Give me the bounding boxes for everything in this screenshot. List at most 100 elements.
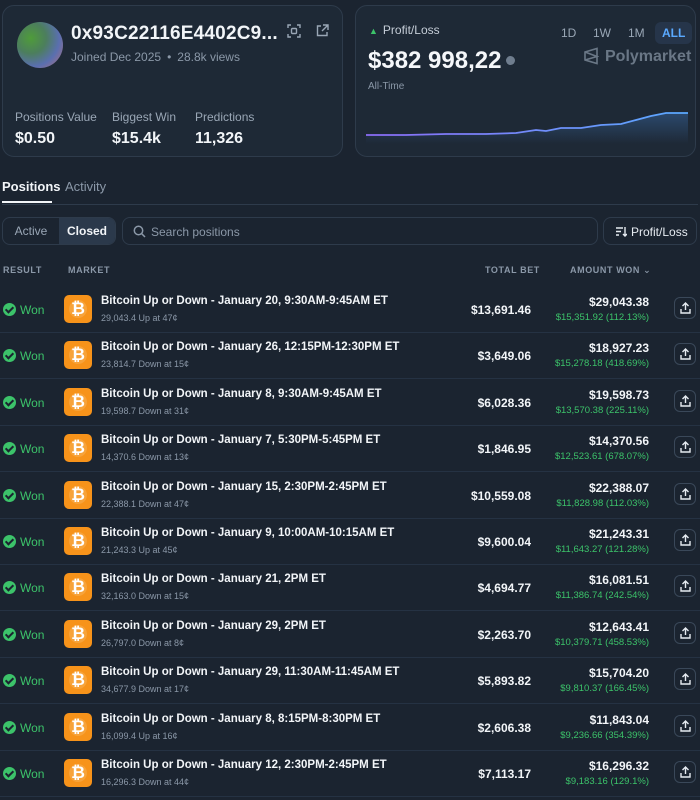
result-won: Won (3, 720, 45, 735)
search-positions-input[interactable]: Search positions (122, 217, 598, 245)
range-1d[interactable]: 1D (554, 22, 583, 44)
result-won: Won (3, 535, 44, 549)
share-button[interactable] (674, 575, 696, 598)
market-title[interactable]: Bitcoin Up or Down - January 15, 2:30PM-… (101, 481, 387, 493)
view-count: 28.8k views (177, 50, 240, 64)
total-bet: $10,559.08 (470, 488, 531, 503)
market-title[interactable]: Bitcoin Up or Down - January 29, 11:30AM… (101, 666, 399, 678)
market-title[interactable]: Bitcoin Up or Down - January 7, 5:30PM-5… (101, 434, 380, 446)
check-circle-icon (3, 627, 16, 641)
table-row[interactable]: Won ₿ Bitcoin Up or Down - January 9, 10… (0, 519, 700, 565)
tab-positions[interactable]: Positions (2, 179, 61, 194)
share-icon (680, 719, 691, 732)
range-1w[interactable]: 1W (586, 22, 618, 44)
bitcoin-icon: ₿ (64, 759, 92, 787)
share-button[interactable] (674, 529, 696, 551)
share-button[interactable] (674, 621, 696, 644)
result-won: Won (3, 581, 44, 595)
share-button[interactable] (674, 714, 696, 737)
result-label: Won (20, 488, 45, 503)
share-icon (680, 441, 691, 453)
pnl-chart (366, 112, 688, 144)
header-result[interactable]: RESULT (3, 265, 42, 275)
table-row[interactable]: Won ₿ Bitcoin Up or Down - January 12, 2… (0, 751, 700, 797)
bitcoin-icon: ₿ (64, 480, 92, 509)
result-won: Won (3, 395, 45, 410)
table-row[interactable]: Won ₿ Bitcoin Up or Down - January 15, 2… (0, 473, 700, 519)
scan-icon[interactable] (287, 24, 303, 40)
table-row[interactable]: Won ₿ Bitcoin Up or Down - January 7, 5:… (0, 426, 700, 473)
pnl-label: ▲ Profit/Loss (369, 23, 440, 37)
bitcoin-icon: ₿ (64, 573, 92, 602)
amount-won: $14,370.56 (588, 434, 649, 449)
market-title[interactable]: Bitcoin Up or Down - January 8, 9:30AM-9… (101, 388, 382, 400)
amount-won: $29,043.38 (588, 295, 649, 309)
result-label: Won (20, 303, 45, 317)
table-row[interactable]: Won ₿ Bitcoin Up or Down - January 20, 9… (0, 287, 700, 333)
table-row[interactable]: Won ₿ Bitcoin Up or Down - January 29, 1… (0, 658, 700, 705)
total-bet: $13,691.46 (470, 303, 531, 317)
market-title[interactable]: Bitcoin Up or Down - January 9, 10:00AM-… (101, 527, 394, 539)
amount-won: $19,598.73 (588, 387, 649, 402)
stat-predictions: Predictions 11,326 (195, 110, 254, 148)
header-market[interactable]: MARKET (68, 265, 110, 275)
info-icon[interactable] (506, 56, 515, 65)
range-1m[interactable]: 1M (621, 22, 652, 44)
check-circle-icon (3, 303, 16, 316)
result-won: Won (3, 488, 45, 503)
market-title[interactable]: Bitcoin Up or Down - January 29, 2PM ET (101, 620, 326, 632)
bitcoin-icon: ₿ (64, 387, 92, 416)
stat-biggest-win: Biggest Win $15.4k (112, 110, 176, 148)
market-title[interactable]: Bitcoin Up or Down - January 20, 9:30AM-… (101, 295, 388, 307)
market-title[interactable]: Bitcoin Up or Down - January 12, 2:30PM-… (101, 759, 387, 771)
external-link-icon[interactable] (316, 24, 332, 40)
bitcoin-icon: ₿ (64, 619, 92, 648)
share-button[interactable] (674, 343, 696, 366)
header-total-bet[interactable]: TOTAL BET (485, 265, 540, 275)
market-title[interactable]: Bitcoin Up or Down - January 8, 8:15PM-8… (101, 713, 380, 725)
range-all[interactable]: ALL (655, 22, 693, 44)
filter-closed-button[interactable]: Closed (59, 218, 115, 244)
share-button[interactable] (674, 389, 696, 412)
result-label: Won (20, 395, 45, 410)
market-position: 21,243.3 Up at 45¢ (101, 545, 178, 555)
tab-activity[interactable]: Activity (65, 179, 106, 194)
table-row[interactable]: Won ₿ Bitcoin Up or Down - January 8, 8:… (0, 705, 700, 751)
amount-won: $11,843.04 (589, 712, 649, 727)
stat-value: $15.4k (112, 130, 161, 147)
profit-percent: $15,278.18 (418.69%) (554, 358, 649, 370)
share-button[interactable] (674, 668, 696, 691)
table-row[interactable]: Won ₿ Bitcoin Up or Down - January 8, 9:… (0, 380, 700, 426)
profit-percent: $11,643.27 (121.28%) (555, 544, 649, 555)
market-title[interactable]: Bitcoin Up or Down - January 21, 2PM ET (101, 573, 326, 585)
result-won: Won (3, 303, 44, 317)
share-button[interactable] (674, 761, 696, 783)
market-title[interactable]: Bitcoin Up or Down - January 26, 12:15PM… (101, 341, 399, 353)
amount-won: $21,243.31 (588, 527, 649, 541)
market-position: 23,814.7 Down at 15¢ (101, 359, 190, 370)
bitcoin-icon: ₿ (64, 341, 92, 370)
share-button[interactable] (674, 436, 696, 459)
result-label: Won (20, 349, 45, 364)
table-row[interactable]: Won ₿ Bitcoin Up or Down - January 29, 2… (0, 612, 700, 658)
market-position: 22,388.1 Down at 47¢ (101, 498, 190, 509)
share-button[interactable] (674, 297, 696, 319)
share-icon (680, 394, 691, 407)
sort-icon (616, 227, 627, 237)
sort-profit-loss-button[interactable]: Profit/Loss (603, 217, 697, 245)
market-position: 29,043.4 Up at 47¢ (101, 313, 178, 323)
filter-active-button[interactable]: Active (3, 218, 59, 244)
pnl-value: $382 998,22 (368, 47, 502, 74)
share-button[interactable] (674, 482, 696, 505)
header-amount-won[interactable]: AMOUNT WON ⌄ (570, 265, 651, 276)
table-row[interactable]: Won ₿ Bitcoin Up or Down - January 26, 1… (0, 333, 700, 380)
header-amount-won-label: AMOUNT WON (570, 265, 640, 275)
tab-divider (2, 204, 698, 205)
amount-won: $22,388.07 (588, 480, 649, 495)
market-position: 16,296.3 Down at 44¢ (101, 777, 190, 787)
avatar[interactable] (17, 22, 63, 68)
result-label: Won (20, 720, 45, 735)
check-circle-icon (3, 349, 16, 363)
table-row[interactable]: Won ₿ Bitcoin Up or Down - January 21, 2… (0, 565, 700, 612)
amount-won: $12,643.41 (588, 619, 649, 634)
